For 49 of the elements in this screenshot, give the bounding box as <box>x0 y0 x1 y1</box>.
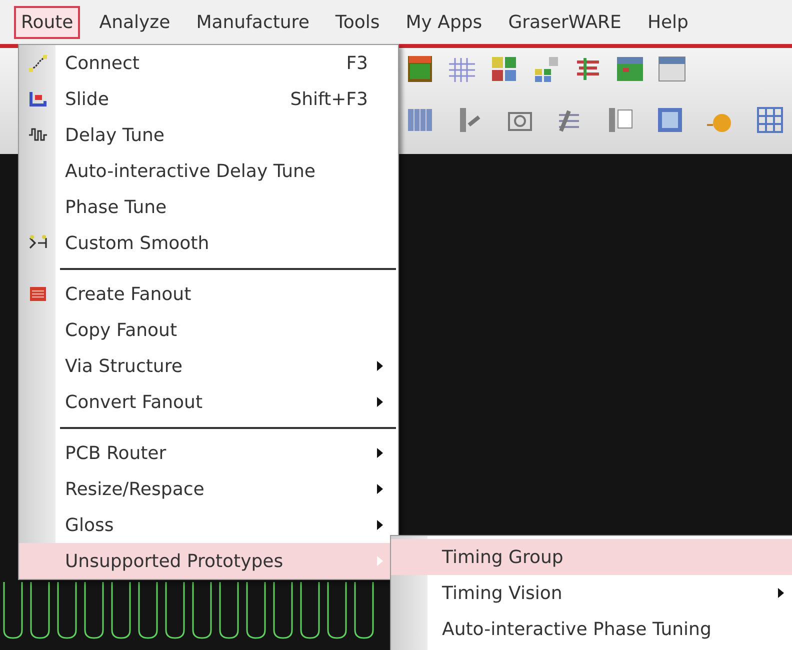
menu-item[interactable]: Timing Group <box>391 539 792 575</box>
menu-item-label: Convert Fanout <box>64 390 204 414</box>
menu-item-label: Phase Tune <box>64 196 168 220</box>
menu-item[interactable]: Resize/Respace <box>19 471 398 507</box>
menu-item[interactable]: Slide Shift+F3 <box>19 81 398 117</box>
connect-icon <box>28 53 48 73</box>
menu-item[interactable]: Connect F3 <box>19 45 398 81</box>
menu-item-label: Timing Group <box>441 546 564 570</box>
menu-item[interactable]: Create Fanout <box>19 276 398 312</box>
menu-item-label: Auto-interactive Delay Tune <box>64 160 316 184</box>
menu-item-label: Gloss <box>64 514 115 538</box>
menu-item-label: Timing Vision <box>441 582 564 606</box>
menu-bar-item[interactable]: Route <box>14 6 80 38</box>
menu-item[interactable]: Auto-interactive Phase Tuning <box>391 611 792 647</box>
menu-item[interactable]: Convert Fanout <box>19 384 398 420</box>
menu-bar-item[interactable]: Manufacture <box>189 6 316 38</box>
menu-item-label: Via Structure <box>64 354 184 378</box>
dfa-table-icon[interactable] <box>657 54 687 84</box>
fanout-icon <box>28 284 48 304</box>
flip-board-icon[interactable] <box>405 54 435 84</box>
menu-item-label: Connect <box>64 52 140 76</box>
menu-item-label: Custom Smooth <box>64 232 210 256</box>
menu-item-label: PCB Router <box>64 442 168 466</box>
menu-item[interactable]: Auto-interactive Delay Tune <box>19 153 398 189</box>
dot-grid-icon[interactable] <box>655 105 685 135</box>
menu-item-label: Copy Fanout <box>64 318 178 342</box>
menu-item-label: Unsupported Prototypes <box>64 550 284 574</box>
slide-icon <box>28 89 48 109</box>
shortcut-label: Shift+F3 <box>290 88 369 112</box>
menu-item[interactable]: PCB Router <box>19 435 398 471</box>
shortcut-label: F3 <box>346 52 369 76</box>
menu-item[interactable]: Delay Tune <box>19 117 398 153</box>
menu-bar-item[interactable]: Analyze <box>92 6 178 38</box>
menu-item[interactable]: Custom Smooth <box>19 225 398 261</box>
color-squares-icon[interactable] <box>489 54 519 84</box>
menu-item-label: Resize/Respace <box>64 478 206 502</box>
menu-item[interactable]: Copy Fanout <box>19 312 398 348</box>
menu-item-label: Auto-interactive Phase Tuning <box>441 618 712 642</box>
pad-grid-icon[interactable] <box>755 105 785 135</box>
menu-bar-item[interactable]: My Apps <box>398 6 490 38</box>
menu-item[interactable]: Via Structure <box>19 348 398 384</box>
menu-item-label: Slide <box>64 88 110 112</box>
menu-bar-item[interactable]: GraserWARE <box>501 6 628 38</box>
menu-bar-item[interactable]: Help <box>640 6 696 38</box>
menu-bar-item[interactable]: Tools <box>328 6 387 38</box>
menu-item-label: Delay Tune <box>64 124 166 148</box>
menu-item-label: Create Fanout <box>64 282 192 306</box>
menu-item[interactable]: Phase Tune <box>19 189 398 225</box>
cm-table-icon[interactable] <box>615 54 645 84</box>
